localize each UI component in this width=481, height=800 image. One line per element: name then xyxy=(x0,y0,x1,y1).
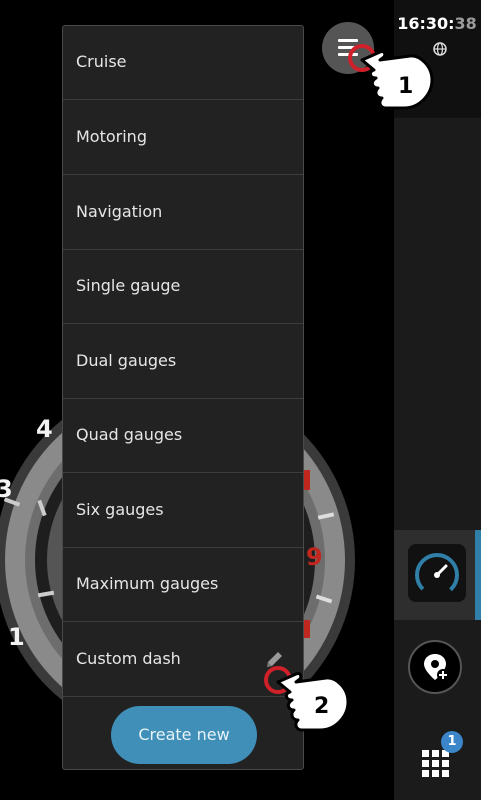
notification-badge: 1 xyxy=(441,731,463,753)
menu-item-maximum-gauges[interactable]: Maximum gauges xyxy=(63,548,303,622)
menu-item-quad-gauges[interactable]: Quad gauges xyxy=(63,399,303,473)
menu-item-label: Single gauge xyxy=(76,276,181,295)
menu-item-six-gauges[interactable]: Six gauges xyxy=(63,474,303,548)
menu-item-label: Maximum gauges xyxy=(76,574,219,593)
pointing-hand-icon xyxy=(264,666,350,732)
menu-item-label: Cruise xyxy=(76,52,127,71)
clock-hm: 16:30: xyxy=(397,14,455,33)
gauge-label-3: 3 xyxy=(0,475,13,503)
gauge-label-1: 1 xyxy=(8,623,25,651)
add-location-icon xyxy=(424,654,449,681)
menu-item-label: Six gauges xyxy=(76,500,164,519)
menu-item-navigation[interactable]: Navigation xyxy=(63,176,303,250)
dashboard-menu: Cruise Motoring Navigation Single gauge … xyxy=(62,25,304,770)
menu-item-label: Navigation xyxy=(76,202,163,221)
sidebar-dashboard-tile[interactable] xyxy=(394,530,481,620)
active-indicator xyxy=(475,530,481,620)
clock-seconds: 38 xyxy=(454,14,477,33)
menu-item-dual-gauges[interactable]: Dual gauges xyxy=(63,325,303,399)
menu-item-motoring[interactable]: Motoring xyxy=(63,101,303,175)
menu-item-label: Custom dash xyxy=(76,649,181,668)
add-waypoint-button[interactable] xyxy=(408,640,462,694)
clock: 16:30:38 xyxy=(396,14,478,33)
menu-item-label: Quad gauges xyxy=(76,425,183,444)
menu-item-single-gauge[interactable]: Single gauge xyxy=(63,250,303,324)
gauge-label-4: 4 xyxy=(36,415,53,443)
menu-item-label: Dual gauges xyxy=(76,351,177,370)
dashboard-gauge-icon xyxy=(408,544,466,602)
pointing-hand-icon xyxy=(348,44,434,110)
gauge-label-9: 9 xyxy=(306,543,323,571)
menu-item-label: Motoring xyxy=(76,127,147,146)
create-new-button[interactable]: Create new xyxy=(111,706,257,764)
menu-item-cruise[interactable]: Cruise xyxy=(63,26,303,100)
step-number-1: 1 xyxy=(398,74,414,99)
step-number-2: 2 xyxy=(314,694,330,719)
